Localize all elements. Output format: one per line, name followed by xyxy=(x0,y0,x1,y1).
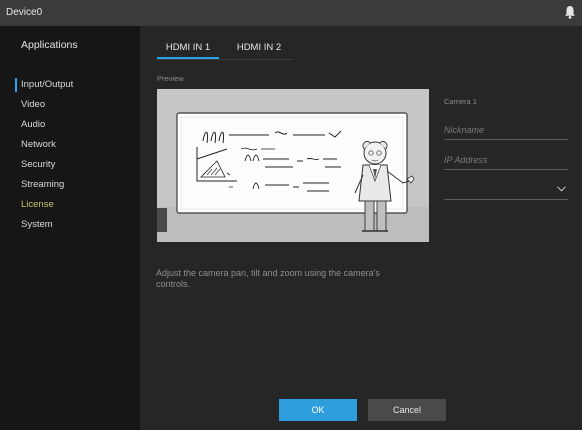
app-window: Device0 Applications Input/Output Video … xyxy=(0,0,582,430)
window-title: Device0 xyxy=(6,7,43,18)
tab-hdmi-in-2[interactable]: HDMI IN 2 xyxy=(228,41,290,59)
sidebar-item-audio[interactable]: Audio xyxy=(21,118,45,132)
bell-icon[interactable] xyxy=(564,5,576,19)
sidebar: Applications Input/Output Video Audio Ne… xyxy=(0,26,140,430)
camera-preview xyxy=(157,89,429,242)
camera-label: Camera 1 xyxy=(444,97,477,106)
ptz-hint: Adjust the camera pan, tilt and zoom usi… xyxy=(156,268,380,289)
cancel-button[interactable]: Cancel xyxy=(368,399,446,421)
ip-address-field[interactable] xyxy=(444,150,568,170)
ok-button[interactable]: OK xyxy=(279,399,357,421)
sidebar-heading[interactable]: Applications xyxy=(21,39,78,51)
camera-select[interactable] xyxy=(444,180,568,200)
nickname-field[interactable] xyxy=(444,120,568,140)
sidebar-item-security[interactable]: Security xyxy=(21,158,55,172)
title-bar: Device0 xyxy=(0,0,582,26)
sidebar-item-license[interactable]: License xyxy=(21,198,54,212)
sidebar-item-video[interactable]: Video xyxy=(21,98,45,112)
sidebar-item-system[interactable]: System xyxy=(21,218,53,232)
tab-hdmi-in-1[interactable]: HDMI IN 1 xyxy=(157,41,219,59)
tab-divider xyxy=(156,59,294,60)
nickname-input[interactable] xyxy=(444,121,568,139)
sidebar-item-streaming[interactable]: Streaming xyxy=(21,178,64,192)
sidebar-item-input-output[interactable]: Input/Output xyxy=(14,78,73,92)
sidebar-item-network[interactable]: Network xyxy=(21,138,56,152)
chevron-down-icon xyxy=(557,186,566,192)
preview-illustration xyxy=(157,89,429,242)
main-panel: HDMI IN 1 HDMI IN 2 Preview Camera 1 Nic… xyxy=(140,26,582,430)
ip-address-input[interactable] xyxy=(444,151,568,169)
preview-label: Preview xyxy=(157,74,184,83)
